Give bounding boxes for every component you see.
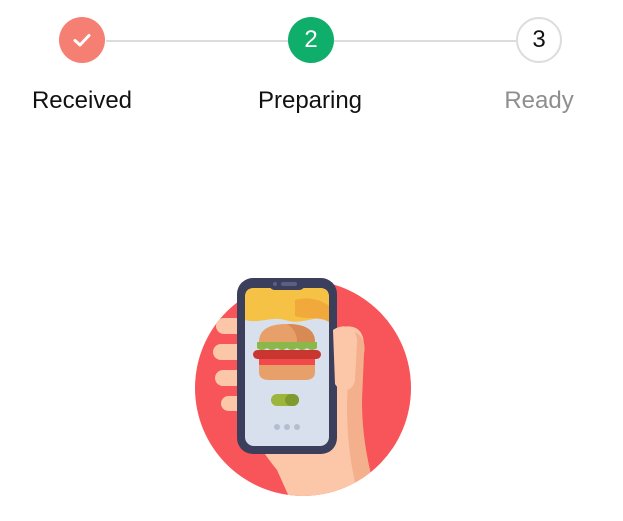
step-connector-1 bbox=[106, 40, 288, 42]
step-3-number: 3 bbox=[532, 26, 546, 53]
step-1-completed-indicator bbox=[59, 17, 105, 63]
step-label-received: Received bbox=[31, 87, 133, 114]
step-label-ready: Ready bbox=[504, 87, 574, 114]
step-2-active-indicator: 2 bbox=[288, 17, 334, 63]
check-icon bbox=[73, 34, 91, 47]
step-label-preparing: Preparing bbox=[257, 87, 363, 114]
order-illustration bbox=[185, 270, 425, 510]
step-3-pending-indicator: 3 bbox=[516, 17, 562, 63]
step-connector-2 bbox=[334, 40, 516, 42]
order-progress-stepper: 2 3 Received Preparing Ready bbox=[0, 0, 623, 130]
phone-burger-order-icon bbox=[195, 278, 411, 496]
step-2-number: 2 bbox=[304, 26, 318, 53]
